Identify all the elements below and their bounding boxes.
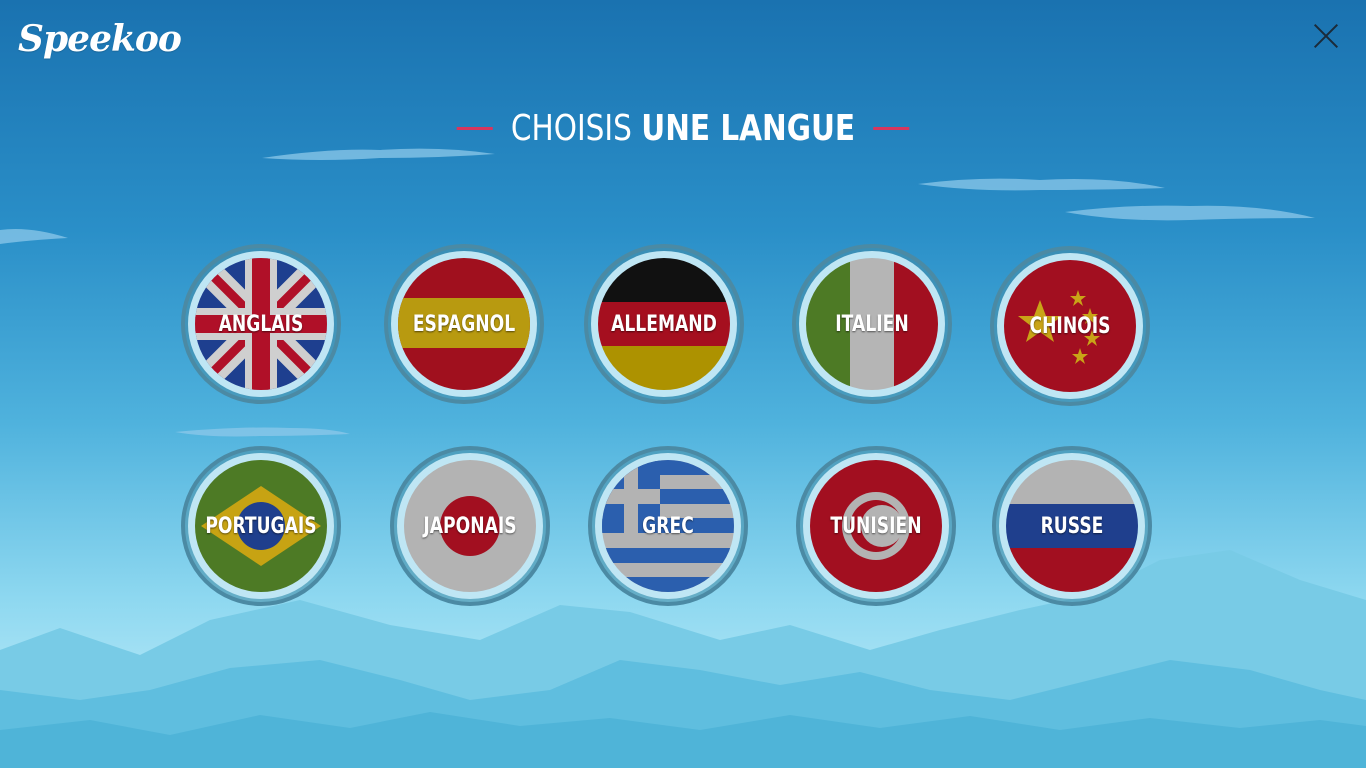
language-button-portugais[interactable]: PORTUGAIS [181, 446, 341, 606]
app-logo: Speekoo [18, 18, 182, 60]
language-label: ALLEMAND [611, 311, 717, 337]
language-button-japonais[interactable]: JAPONAIS [390, 446, 550, 606]
language-label: ANGLAIS [218, 311, 304, 337]
language-label: CHINOIS [1029, 313, 1111, 339]
language-label: TUNISIEN [830, 513, 922, 539]
language-label: JAPONAIS [423, 513, 517, 539]
title-accent-line-right [873, 127, 910, 130]
language-button-chinois[interactable]: CHINOIS [990, 246, 1150, 406]
language-button-espagnol[interactable]: ESPAGNOL [384, 244, 544, 404]
language-label: GREC [642, 513, 694, 539]
language-button-grec[interactable]: GREC [588, 446, 748, 606]
page-title: CHOISIS UNE LANGUE [123, 108, 1243, 149]
language-button-allemand[interactable]: ALLEMAND [584, 244, 744, 404]
language-label: PORTUGAIS [205, 513, 317, 539]
language-label: ITALIEN [835, 311, 909, 337]
language-button-russe[interactable]: RUSSE [992, 446, 1152, 606]
language-label: RUSSE [1040, 513, 1104, 539]
page-title-text: CHOISIS UNE LANGUE [511, 108, 855, 149]
page-title-light: CHOISIS [510, 108, 632, 149]
close-icon[interactable] [1308, 18, 1344, 54]
title-accent-line-left [456, 127, 493, 130]
page-title-bold: UNE LANGUE [641, 108, 856, 149]
language-button-tunisien[interactable]: TUNISIEN [796, 446, 956, 606]
language-button-anglais[interactable]: ANGLAIS [181, 244, 341, 404]
language-label: ESPAGNOL [412, 311, 516, 337]
language-button-italien[interactable]: ITALIEN [792, 244, 952, 404]
